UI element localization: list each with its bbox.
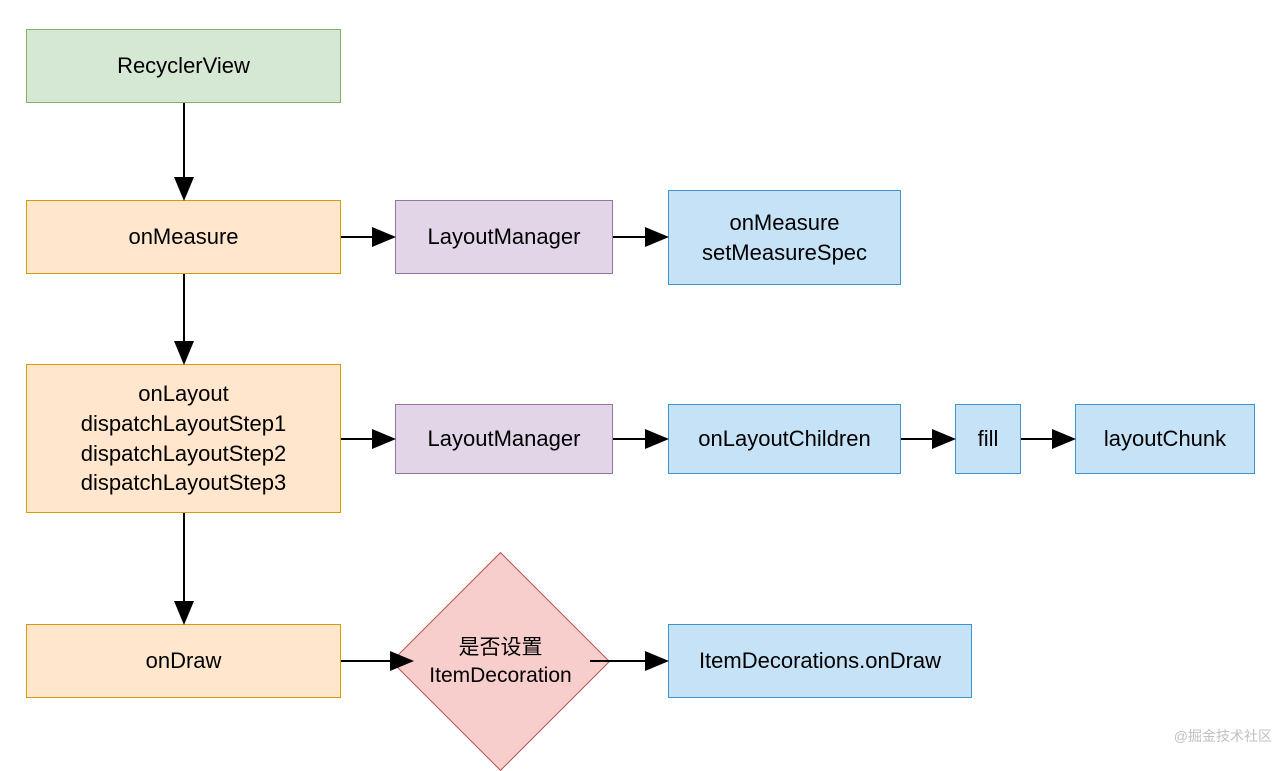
node-decision: 是否设置 ItemDecoration (423, 584, 578, 739)
node-layoutmanager-2: LayoutManager (395, 404, 613, 474)
label-layoutchunk: layoutChunk (1104, 424, 1226, 454)
label-layoutmanager-1: LayoutManager (428, 222, 581, 252)
node-onmeasure: onMeasure (26, 200, 341, 274)
label-decision: 是否设置 ItemDecoration (423, 584, 578, 739)
label-ondraw: onDraw (146, 646, 222, 676)
node-layoutmanager-1: LayoutManager (395, 200, 613, 274)
label-onlayoutchildren: onLayoutChildren (698, 424, 870, 454)
label-onlayout: onLayout dispatchLayoutStep1 dispatchLay… (81, 379, 287, 498)
label-fill: fill (978, 424, 999, 454)
label-layoutmanager-2: LayoutManager (428, 424, 581, 454)
node-ondraw: onDraw (26, 624, 341, 698)
node-itemdecorations-ondraw: ItemDecorations.onDraw (668, 624, 972, 698)
label-onmeasure: onMeasure (128, 222, 238, 252)
label-recyclerview: RecyclerView (117, 51, 250, 81)
node-recyclerview: RecyclerView (26, 29, 341, 103)
watermark: @掘金技术社区 (1174, 726, 1272, 746)
node-onlayout: onLayout dispatchLayoutStep1 dispatchLay… (26, 364, 341, 513)
node-onlayoutchildren: onLayoutChildren (668, 404, 901, 474)
label-onmeasure-spec: onMeasure setMeasureSpec (702, 208, 867, 267)
node-fill: fill (955, 404, 1021, 474)
node-layoutchunk: layoutChunk (1075, 404, 1255, 474)
node-onmeasure-spec: onMeasure setMeasureSpec (668, 190, 901, 285)
label-itemdecorations-ondraw: ItemDecorations.onDraw (699, 646, 941, 676)
